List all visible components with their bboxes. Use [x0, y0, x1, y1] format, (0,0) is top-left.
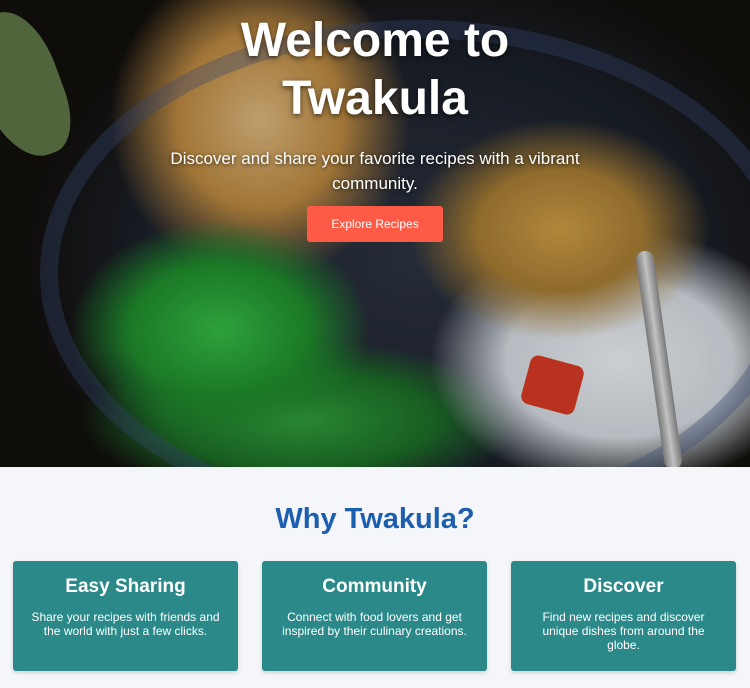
feature-card-text: Find new recipes and discover unique dis…: [542, 610, 705, 652]
why-section: Why Twakula? Easy Sharing Share your rec…: [0, 467, 750, 688]
feature-card-text: Connect with food lovers and get inspire…: [282, 610, 467, 638]
hero-content: Welcome to Twakula Discover and share yo…: [0, 12, 750, 242]
feature-card-discover: Discover Find new recipes and discover u…: [511, 561, 736, 671]
feature-card-title: Discover: [583, 576, 664, 597]
hero-section: Welcome to Twakula Discover and share yo…: [0, 0, 750, 467]
feature-card-community: Community Connect with food lovers and g…: [262, 561, 487, 671]
feature-card-text: Share your recipes with friends and the …: [31, 610, 220, 638]
feature-card-title: Easy Sharing: [65, 576, 186, 597]
hero-subtitle: Discover and share your favorite recipes…: [170, 149, 580, 193]
why-title: Why Twakula?: [275, 503, 475, 535]
feature-card-easy-sharing: Easy Sharing Share your recipes with fri…: [13, 561, 238, 671]
hero-title: Welcome to Twakula: [240, 14, 510, 125]
feature-card-title: Community: [322, 576, 427, 597]
explore-recipes-button[interactable]: Explore Recipes: [307, 206, 443, 242]
